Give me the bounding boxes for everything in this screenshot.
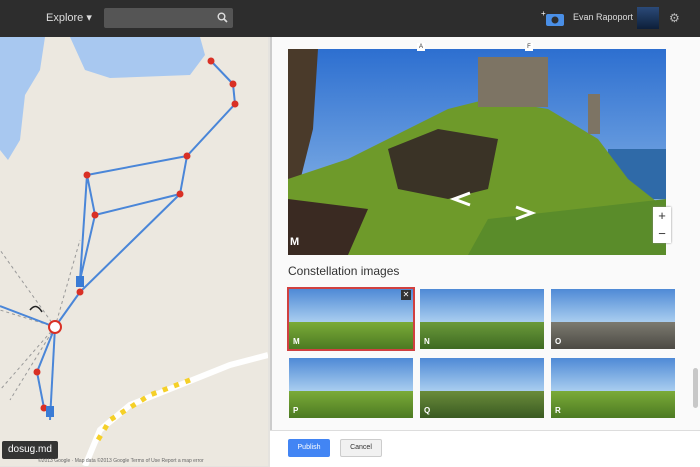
thumbnail-label: P	[293, 406, 299, 415]
panorama-label: M	[290, 236, 300, 248]
pin-f[interactable]: F	[525, 43, 533, 51]
thumbnail-label: R	[555, 406, 561, 415]
pin-a[interactable]: A	[417, 43, 425, 51]
avatar[interactable]	[637, 7, 659, 29]
zoom-control: + −	[653, 207, 671, 243]
thumbnail[interactable]: O	[551, 289, 675, 349]
publish-button[interactable]: Publish	[288, 439, 330, 457]
thumbnail-label: Q	[424, 406, 431, 415]
add-photo-camera-icon[interactable]: +	[541, 9, 565, 27]
cancel-button[interactable]: Cancel	[340, 439, 382, 457]
svg-text:+: +	[541, 9, 546, 18]
scrollbar[interactable]	[693, 368, 698, 408]
zoom-in-button[interactable]: +	[653, 207, 671, 225]
thumbnail[interactable]: P	[289, 358, 413, 418]
thumbnail-label: M	[293, 337, 300, 346]
gear-icon[interactable]: ⚙	[669, 11, 680, 25]
thumbnail-label: O	[555, 337, 562, 346]
search-icon[interactable]	[217, 12, 228, 23]
thumbnail[interactable]: M ✕	[287, 287, 415, 351]
constellation-map[interactable]	[0, 37, 268, 466]
thumbnail-label: N	[424, 337, 430, 346]
zoom-out-button[interactable]: −	[653, 225, 671, 243]
close-icon[interactable]: ✕	[401, 290, 411, 300]
panorama-viewer[interactable]	[288, 49, 666, 255]
thumbnail[interactable]: Q	[420, 358, 544, 418]
section-title: Constellation images	[288, 264, 400, 278]
panel-footer	[270, 430, 700, 467]
user-name[interactable]: Evan Rapoport	[573, 12, 633, 22]
map-footer[interactable]: ©2013 Google · Map data ©2013 Google Ter…	[38, 458, 204, 464]
search-input[interactable]	[104, 8, 233, 28]
watermark: dosug.md	[2, 441, 58, 459]
thumbnail[interactable]: R	[551, 358, 675, 418]
thumbnail[interactable]: N	[420, 289, 544, 349]
explore-menu[interactable]: Explore ▾	[46, 11, 92, 24]
